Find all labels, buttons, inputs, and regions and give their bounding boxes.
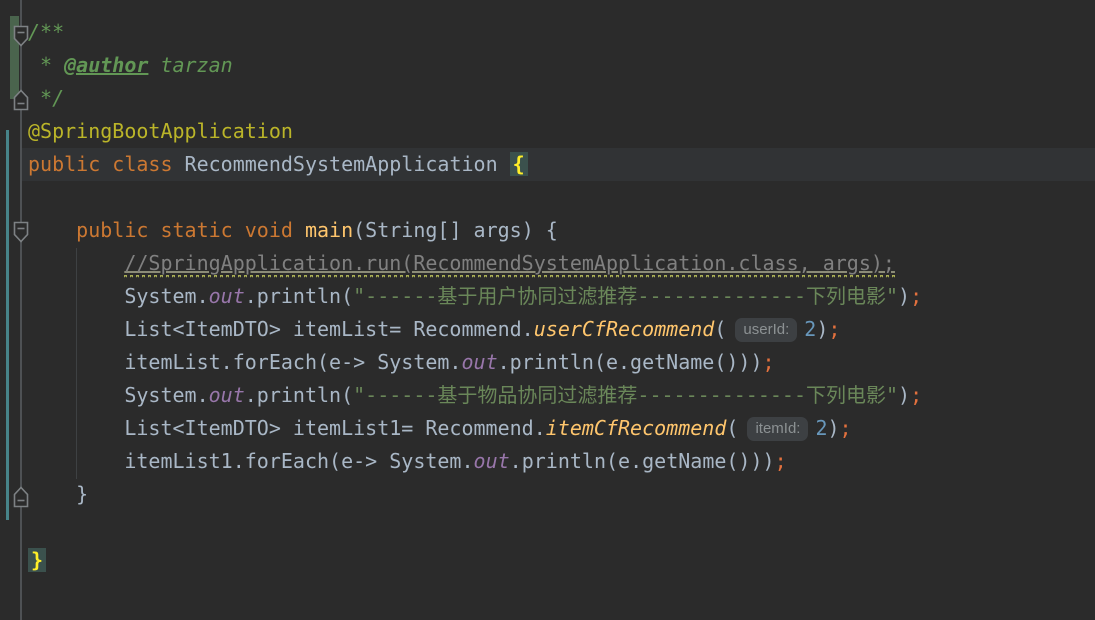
code-token: } — [28, 548, 46, 572]
code-line[interactable]: /** — [22, 16, 1095, 49]
code-token: ; — [775, 449, 787, 473]
code-line[interactable]: itemList.forEach(e-> System.out.println(… — [22, 346, 1095, 379]
indent-guide — [76, 248, 77, 479]
code-line[interactable]: */ — [22, 82, 1095, 115]
code-token: ) — [816, 317, 828, 341]
code-token: ( — [726, 416, 738, 440]
code-token: } — [28, 482, 88, 506]
code-token: tarzan — [148, 53, 232, 77]
code-token: userCfRecommend — [534, 317, 715, 341]
code-token: ( — [714, 317, 726, 341]
code-line[interactable]: } — [22, 478, 1095, 511]
code-token: .println( — [245, 383, 353, 407]
ide-editor-window: /** * @author tarzan */ @SpringBootApplic… — [0, 0, 1095, 620]
code-token: ) — [898, 284, 910, 308]
fold-collapse-end-icon[interactable] — [12, 88, 30, 110]
code-token: ) — [828, 416, 840, 440]
code-token: System. — [124, 284, 208, 308]
code-area[interactable]: /** * @author tarzan */ @SpringBootApplic… — [22, 16, 1095, 610]
code-token: public static void — [76, 218, 305, 242]
code-line[interactable] — [22, 577, 1095, 610]
code-token: "------基于用户协同过滤推荐--------------下列电影" — [353, 284, 898, 308]
code-token: * — [28, 53, 64, 77]
code-token: out — [461, 350, 497, 374]
code-token: //SpringApplication.run(RecommendSystemA… — [124, 247, 895, 280]
code-token: */ — [28, 86, 64, 110]
code-line[interactable]: System.out.println("------基于用户协同过滤推荐----… — [22, 280, 1095, 313]
code-line-caret[interactable]: public class RecommendSystemApplication … — [22, 148, 1095, 181]
code-line[interactable]: * @author tarzan — [22, 49, 1095, 82]
code-token: 2 — [815, 416, 827, 440]
code-token: public class — [28, 152, 185, 176]
code-token: itemList.forEach(e-> System. — [124, 350, 461, 374]
fold-collapse-start-icon[interactable] — [12, 220, 30, 242]
code-token: 2 — [804, 317, 816, 341]
parameter-hint-pill: itemId: — [747, 417, 808, 441]
code-line[interactable]: List<ItemDTO> itemList= Recommend.userCf… — [22, 313, 1095, 346]
code-token: out — [209, 284, 245, 308]
code-token — [28, 218, 76, 242]
code-token: (String[] args) { — [353, 218, 558, 242]
code-token: out — [474, 449, 510, 473]
code-token: @SpringBootApplication — [28, 119, 293, 143]
code-token: ; — [763, 350, 775, 374]
code-token: itemList1.forEach(e-> System. — [124, 449, 473, 473]
code-token: System. — [124, 383, 208, 407]
code-line[interactable]: public static void main(String[] args) { — [22, 214, 1095, 247]
vcs-changed-bar — [6, 130, 9, 520]
code-token: "------基于物品协同过滤推荐--------------下列电影" — [353, 383, 898, 407]
code-token: ; — [910, 284, 922, 308]
code-token: .println(e.getName())) — [498, 350, 763, 374]
code-token: ) — [898, 383, 910, 407]
fold-collapse-end-icon[interactable] — [12, 485, 30, 507]
fold-collapse-start-icon[interactable] — [12, 24, 30, 46]
code-token: out — [209, 383, 245, 407]
code-token: .println( — [245, 284, 353, 308]
code-line[interactable]: System.out.println("------基于物品协同过滤推荐----… — [22, 379, 1095, 412]
code-token: @author — [64, 53, 148, 77]
code-line[interactable]: @SpringBootApplication — [22, 115, 1095, 148]
code-line[interactable]: } — [22, 544, 1095, 577]
code-token: List<ItemDTO> itemList= Recommend. — [124, 317, 533, 341]
code-token: itemCfRecommend — [546, 416, 727, 440]
code-line[interactable] — [22, 181, 1095, 214]
code-token: ; — [828, 317, 840, 341]
parameter-hint-pill: userId: — [735, 318, 797, 342]
code-token: { — [510, 152, 528, 176]
code-token: List<ItemDTO> itemList1= Recommend. — [124, 416, 545, 440]
code-token: RecommendSystemApplication — [185, 152, 510, 176]
code-line[interactable]: //SpringApplication.run(RecommendSystemA… — [22, 247, 1095, 280]
code-line[interactable]: itemList1.forEach(e-> System.out.println… — [22, 445, 1095, 478]
code-line[interactable] — [22, 511, 1095, 544]
code-token: .println(e.getName())) — [510, 449, 775, 473]
code-token: /** — [28, 20, 64, 44]
code-token: ; — [910, 383, 922, 407]
code-token: ; — [840, 416, 852, 440]
code-line[interactable]: List<ItemDTO> itemList1= Recommend.itemC… — [22, 412, 1095, 445]
code-token: main — [305, 218, 353, 242]
